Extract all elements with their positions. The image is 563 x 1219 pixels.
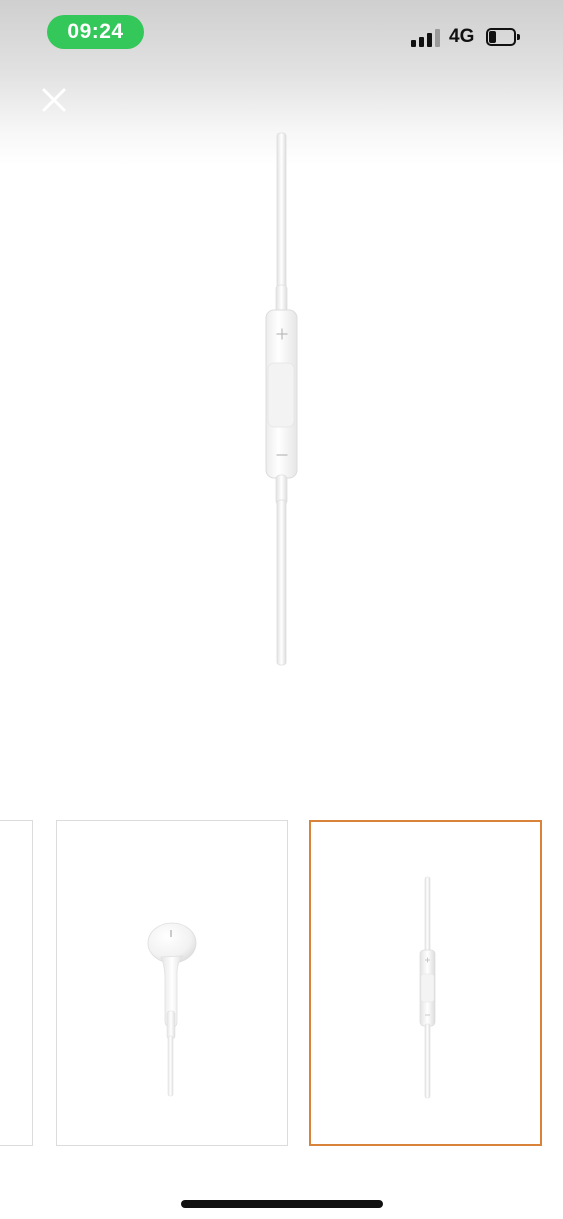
- close-button[interactable]: [36, 82, 72, 118]
- earpod-earbud-image: [147, 922, 197, 1097]
- product-image-viewer: 09:24 4G: [0, 0, 563, 1219]
- battery-icon: [486, 28, 520, 46]
- main-product-image[interactable]: [0, 125, 563, 685]
- status-time[interactable]: 09:24: [47, 15, 144, 49]
- battery-level-fill: [489, 31, 496, 43]
- network-type-label: 4G: [449, 26, 475, 47]
- thumbnail-2-selected[interactable]: [309, 820, 542, 1146]
- status-bar: 09:24 4G: [0, 0, 563, 70]
- thumbnail-0[interactable]: [0, 820, 33, 1146]
- earpods-remote-cable-image: [419, 876, 436, 1099]
- thumbnail-strip[interactable]: [0, 818, 563, 1150]
- home-indicator[interactable]: [181, 1200, 383, 1208]
- close-icon: [42, 88, 66, 112]
- cellular-signal-icon: [411, 29, 441, 47]
- earpods-partial-image: [0, 821, 34, 1147]
- earpods-remote-cable-image: [265, 132, 298, 666]
- thumbnail-1[interactable]: [56, 820, 288, 1146]
